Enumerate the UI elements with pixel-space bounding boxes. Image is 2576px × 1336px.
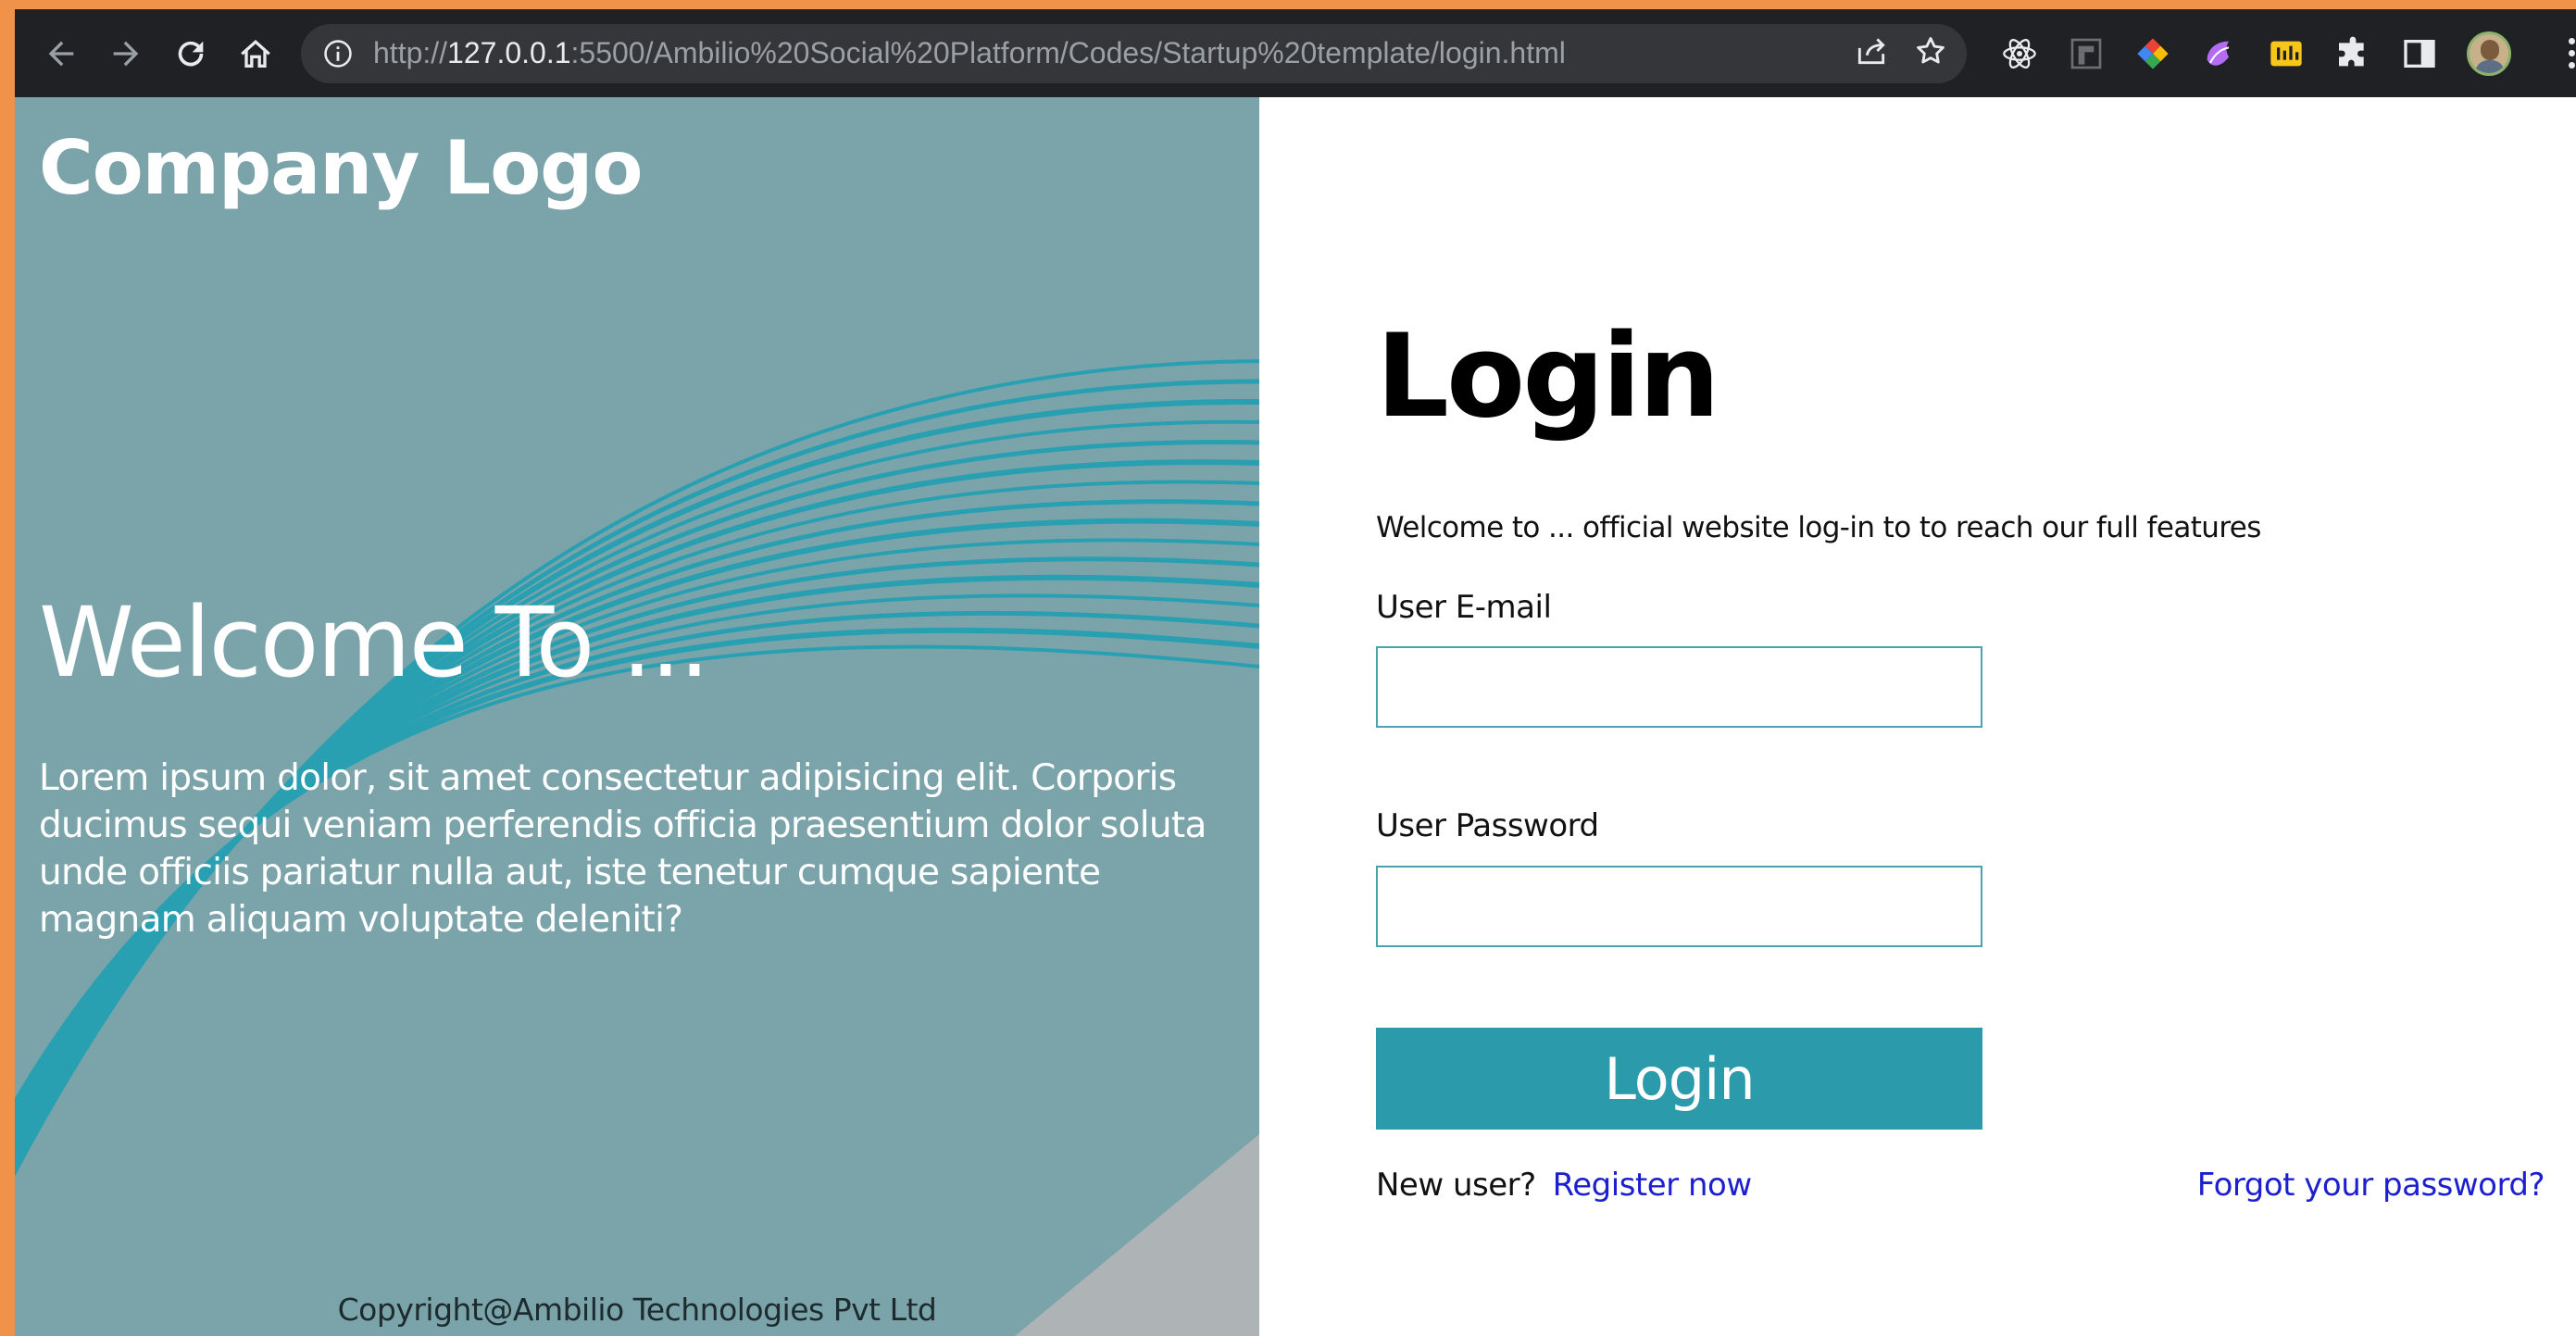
login-title: Login bbox=[1376, 310, 1720, 443]
yellow-extension[interactable] bbox=[2267, 34, 2306, 73]
login-panel: Login Welcome to ... official website lo… bbox=[1259, 97, 2576, 1336]
password-field[interactable] bbox=[1376, 866, 1982, 947]
side-panel-icon bbox=[2404, 39, 2435, 68]
url-text[interactable]: http://127.0.0.1:5500/Ambilio%20Social%2… bbox=[373, 36, 1844, 70]
hero-panel: Company Logo Welcome To ... Lorem ipsum … bbox=[15, 97, 1259, 1336]
extensions-area bbox=[2000, 31, 2576, 76]
color-picker-extension-icon bbox=[2137, 37, 2169, 69]
react-devtools-extension[interactable] bbox=[2000, 34, 2039, 73]
forward-arrow-icon bbox=[113, 41, 139, 66]
url-host: 127.0.0.1 bbox=[447, 36, 571, 69]
login-button[interactable]: Login bbox=[1376, 1028, 1982, 1130]
tile-extension[interactable] bbox=[2067, 34, 2106, 73]
extension-tile-icon bbox=[2070, 38, 2102, 69]
share-icon bbox=[1857, 38, 1885, 65]
extension-yellow-icon bbox=[2270, 41, 2302, 66]
profile-avatar-icon[interactable] bbox=[2467, 31, 2511, 76]
extensions-puzzle-icon bbox=[2339, 36, 2364, 66]
site-info-button[interactable] bbox=[319, 35, 356, 72]
address-bar-actions bbox=[1854, 33, 1948, 73]
site-info-icon bbox=[324, 39, 352, 68]
url-scheme: http:// bbox=[373, 36, 448, 69]
register-row: New user? Register now bbox=[1376, 1167, 1752, 1204]
extensions-button[interactable] bbox=[2333, 34, 2372, 73]
email-label: User E-mail bbox=[1376, 589, 1552, 626]
home-icon bbox=[241, 39, 270, 68]
bookmark-button[interactable] bbox=[1913, 33, 1948, 73]
forgot-password-link[interactable]: Forgot your password? bbox=[2197, 1167, 2545, 1204]
home-button[interactable] bbox=[223, 21, 288, 86]
hero-description: Lorem ipsum dolor, sit amet consectetur … bbox=[39, 757, 1207, 941]
more-menu-icon[interactable] bbox=[2567, 38, 2576, 69]
email-field[interactable] bbox=[1376, 646, 1982, 728]
url-path: :5500/Ambilio%20Social%20Platform/Codes/… bbox=[570, 36, 1566, 69]
reload-button[interactable] bbox=[158, 21, 223, 86]
browser-window: http://127.0.0.1:5500/Ambilio%20Social%2… bbox=[0, 0, 2576, 1336]
bookmark-star-icon bbox=[1917, 37, 1945, 64]
back-arrow-icon bbox=[48, 41, 74, 66]
wave-background-graphic bbox=[15, 359, 1259, 1336]
copyright-text: Copyright@Ambilio Technologies Pvt Ltd bbox=[337, 1292, 937, 1328]
address-bar[interactable]: http://127.0.0.1:5500/Ambilio%20Social%2… bbox=[301, 23, 1967, 83]
reload-icon bbox=[178, 41, 204, 67]
extension-purple-icon bbox=[2207, 41, 2230, 66]
welcome-heading: Welcome To ... bbox=[39, 586, 709, 699]
login-page: Company Logo Welcome To ... Lorem ipsum … bbox=[15, 97, 2576, 1336]
back-button[interactable] bbox=[29, 21, 94, 86]
forward-button[interactable] bbox=[94, 21, 158, 86]
register-link[interactable]: Register now bbox=[1553, 1167, 1752, 1204]
share-button[interactable] bbox=[1854, 33, 1889, 73]
new-user-text: New user? bbox=[1376, 1167, 1536, 1204]
password-label: User Password bbox=[1376, 807, 1599, 844]
purple-extension[interactable] bbox=[2200, 34, 2239, 73]
react-devtools-icon bbox=[2003, 38, 2036, 69]
browser-toolbar: http://127.0.0.1:5500/Ambilio%20Social%2… bbox=[15, 9, 2576, 97]
navigation-buttons bbox=[29, 21, 288, 86]
side-panel-button[interactable] bbox=[2400, 34, 2439, 73]
login-subtitle: Welcome to ... official website log-in t… bbox=[1376, 511, 2261, 544]
company-logo[interactable]: Company Logo bbox=[39, 125, 643, 211]
color-picker-extension[interactable] bbox=[2133, 34, 2172, 73]
